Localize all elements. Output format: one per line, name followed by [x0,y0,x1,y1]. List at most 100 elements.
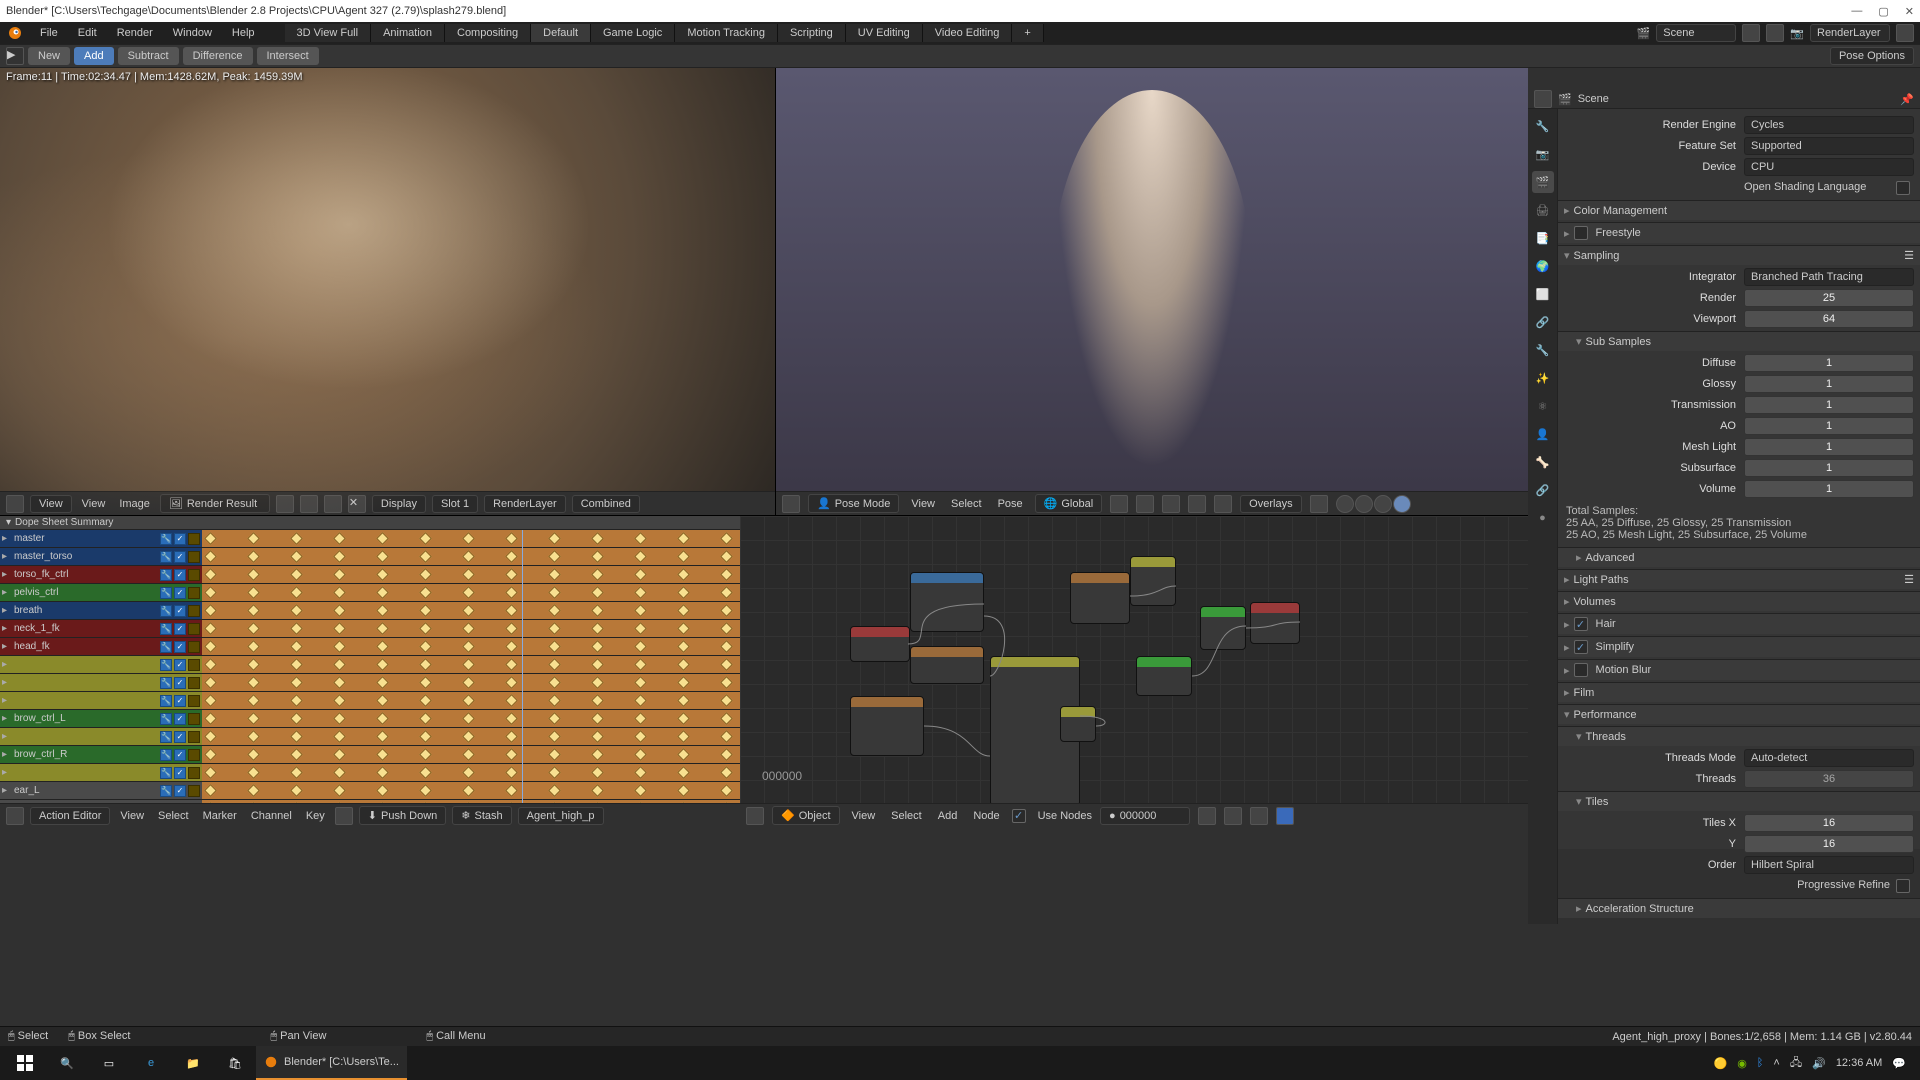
order-drop[interactable]: Hilbert Spiral [1744,856,1914,874]
dope-channel[interactable]: ▸brow_ctrl_R🔧✓ [0,746,202,764]
tab-gamelogic[interactable]: Game Logic [591,24,675,42]
keyframe-diamond[interactable] [204,784,217,797]
keyframe-diamond[interactable] [376,694,389,707]
pose-options-drop[interactable]: Pose Options [1830,47,1914,65]
keyframe-diamond[interactable] [634,784,647,797]
scene-selector[interactable]: Scene [1656,24,1736,42]
keyframe-diamond[interactable] [419,748,432,761]
expand-arrow-icon[interactable]: ▸ [2,713,7,724]
keyframe-diamond[interactable] [505,766,518,779]
check-icon[interactable]: ✓ [174,731,186,743]
ao-field[interactable]: 1 [1744,417,1914,435]
keyframe-diamond[interactable] [290,694,303,707]
subsurface-field[interactable]: 1 [1744,459,1914,477]
keyframe-diamond[interactable] [462,532,475,545]
wrench-icon[interactable]: 🔧 [160,803,172,804]
panel-subsamples[interactable]: ▾Sub Samples [1558,331,1920,351]
keyframe-diamond[interactable] [634,550,647,563]
keyframe-diamond[interactable] [462,694,475,707]
keyframe-diamond[interactable] [376,676,389,689]
keyframe-diamond[interactable] [204,694,217,707]
wrench-icon[interactable]: 🔧 [160,569,172,581]
keyframe-diamond[interactable] [419,694,432,707]
tab-tool-icon[interactable]: 🔧 [1532,115,1554,137]
key-row[interactable] [202,602,740,620]
check-icon[interactable]: ✓ [174,641,186,653]
dope-channel[interactable]: ▸head_fk🔧✓ [0,638,202,656]
wrench-icon[interactable]: 🔧 [160,533,172,545]
renderlayer-browse-icon[interactable] [1896,24,1914,42]
tab-uvediting[interactable]: UV Editing [846,24,923,42]
keyframe-diamond[interactable] [677,694,690,707]
keyframe-diamond[interactable] [720,766,733,779]
mat-pin-icon[interactable] [1276,807,1294,825]
tab-motiontracking[interactable]: Motion Tracking [675,24,778,42]
keyframe-diamond[interactable] [591,748,604,761]
tray-chevron-up-icon[interactable]: ˄ [1773,1057,1779,1069]
node-view[interactable]: View [848,808,880,824]
tab-world-icon[interactable]: 🌍 [1532,255,1554,277]
key-row[interactable] [202,728,740,746]
keyframe-diamond[interactable] [591,676,604,689]
lock-icon[interactable] [188,623,200,635]
expand-arrow-icon[interactable]: ▸ [2,623,7,634]
minimize-icon[interactable]: — [1851,5,1862,18]
check-icon[interactable]: ✓ [174,749,186,761]
keyframe-diamond[interactable] [720,586,733,599]
check-icon[interactable]: ✓ [174,569,186,581]
mat-del-icon[interactable] [1250,807,1268,825]
check-icon[interactable]: ✓ [174,605,186,617]
tray-notifications-icon[interactable]: 💬 [1892,1057,1906,1070]
props-editor-icon[interactable] [1534,90,1552,108]
lock-icon[interactable] [188,533,200,545]
keyframe-diamond[interactable] [591,730,604,743]
node-output[interactable] [1250,602,1300,644]
menu-file[interactable]: File [30,25,68,41]
keyframe-diamond[interactable] [419,730,432,743]
action-editor-drop[interactable]: Action Editor [30,807,110,825]
keyframe-diamond[interactable] [419,802,432,803]
glossy-field[interactable]: 1 [1744,375,1914,393]
keyframe-diamond[interactable] [290,712,303,725]
keyframe-diamond[interactable] [591,532,604,545]
panel-lightpaths[interactable]: ▸Light Paths☰ [1558,569,1920,589]
mat-new-icon[interactable] [1198,807,1216,825]
keyframe-diamond[interactable] [677,622,690,635]
display-drop[interactable]: Display [372,495,426,513]
keyframe-diamond[interactable] [462,784,475,797]
check-icon[interactable]: ✓ [174,677,186,689]
panel-simplify[interactable]: ▸✓Simplify [1558,636,1920,657]
tab-physics-icon[interactable]: ⚛ [1532,395,1554,417]
keyframe-diamond[interactable] [462,586,475,599]
keyframe-diamond[interactable] [333,568,346,581]
keyframe-diamond[interactable] [376,748,389,761]
subtract-button[interactable]: Subtract [118,47,179,65]
keyframe-diamond[interactable] [333,694,346,707]
keyframe-diamond[interactable] [677,550,690,563]
prog-refine-check[interactable] [1896,879,1910,893]
keyframe-diamond[interactable] [247,766,260,779]
expand-arrow-icon[interactable]: ▸ [2,533,7,544]
start-button[interactable] [4,1046,46,1080]
keyframe-diamond[interactable] [720,784,733,797]
keyframe-diamond[interactable] [419,550,432,563]
dope-channel[interactable]: ▸🔧✓ [0,692,202,710]
v3d-select-menu[interactable]: Select [947,496,986,512]
image-view-menu[interactable]: View [78,496,110,512]
panel-colormgmt[interactable]: ▸Color Management [1558,200,1920,220]
tray-bluetooth-icon[interactable]: ᛒ [1757,1057,1764,1069]
keyframe-diamond[interactable] [505,568,518,581]
wrench-icon[interactable]: 🔧 [160,713,172,725]
use-nodes-check[interactable]: ✓ [1012,809,1026,823]
panel-volumes[interactable]: ▸Volumes [1558,591,1920,611]
keyframe-diamond[interactable] [548,550,561,563]
keyframe-diamond[interactable] [462,550,475,563]
pass-drop[interactable]: Combined [572,495,640,513]
tab-bone-icon[interactable]: 🦴 [1532,451,1554,473]
mat-copy-icon[interactable] [1224,807,1242,825]
overlays-drop[interactable]: Overlays [1240,495,1301,513]
tilesy-field[interactable]: 16 [1744,835,1914,853]
keyframe-diamond[interactable] [634,658,647,671]
keyframe-diamond[interactable] [548,694,561,707]
shade-render-icon[interactable] [1393,495,1411,513]
